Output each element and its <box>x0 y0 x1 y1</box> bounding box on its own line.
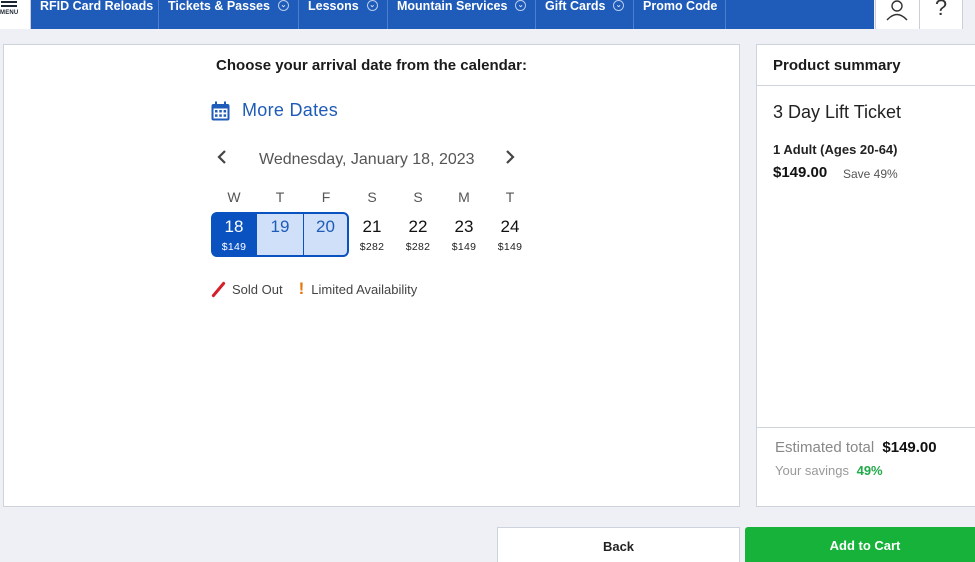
day-number: 23 <box>454 217 474 236</box>
help-icon: ? <box>934 0 948 20</box>
day-number: 18 <box>224 217 244 236</box>
calendar-icon <box>211 101 230 120</box>
day-number: 22 <box>408 217 428 236</box>
back-button[interactable]: Back <box>497 527 740 562</box>
nav-mountain-services[interactable]: Mountain Services ⌄ <box>388 0 536 29</box>
day-price: $149 <box>221 241 247 253</box>
menu-icon <box>1 1 17 9</box>
add-to-cart-button[interactable]: Add to Cart <box>745 527 975 562</box>
chevron-down-icon: ⌄ <box>366 0 378 11</box>
day-price: $149 <box>497 241 523 253</box>
nav-label: Mountain Services <box>397 0 508 13</box>
day-price: $149 <box>451 241 477 253</box>
weekday-label: F <box>321 189 331 205</box>
sold-out-icon <box>211 280 226 298</box>
calendar-heading: Choose your arrival date from the calend… <box>216 57 527 74</box>
product-quantity: 1 Adult (Ages 20-64) <box>773 142 898 157</box>
chevron-down-icon: ⌄ <box>515 0 526 11</box>
product-summary-panel: Product summary 3 Day Lift Ticket 1 Adul… <box>756 44 975 507</box>
day-number: 20 <box>316 217 335 236</box>
summary-totals: Estimated total $149.00 Your savings 49% <box>757 427 975 507</box>
more-dates-link[interactable]: More Dates <box>211 100 338 121</box>
calendar-day[interactable]: 23 $149 <box>441 212 487 257</box>
chevron-right-icon <box>506 150 515 164</box>
account-button[interactable] <box>875 0 919 29</box>
nav-promo-code[interactable]: Promo Code <box>634 0 726 29</box>
help-button[interactable]: ? <box>919 0 963 29</box>
nav-tickets-passes[interactable]: Tickets & Passes ⌄ <box>159 0 299 29</box>
nav-label: Lessons <box>308 0 359 13</box>
current-date-title: Wednesday, January 18, 2023 <box>259 151 475 168</box>
product-price: $149.00 <box>773 164 828 181</box>
weekday-label: S <box>367 189 377 205</box>
estimated-total-value: $149.00 <box>882 439 937 456</box>
weekday-label: M <box>458 189 470 205</box>
calendar-day[interactable]: 24 $149 <box>487 212 533 257</box>
main-nav-bar: RFID Card Reloads Tickets & Passes ⌄ Les… <box>31 0 874 29</box>
limited-availability-label: Limited Availability <box>311 281 418 297</box>
more-dates-label: More Dates <box>242 100 339 120</box>
day-number: 24 <box>500 217 520 236</box>
chevron-down-icon: ⌄ <box>613 0 624 11</box>
summary-title: Product summary <box>757 45 975 86</box>
weekday-label: T <box>505 189 515 205</box>
calendar-day[interactable]: 22 $282 <box>395 212 441 257</box>
calendar-day-in-range[interactable]: 20 <box>303 212 349 257</box>
chevron-left-icon <box>217 150 226 164</box>
calendar-day[interactable]: 21 $282 <box>349 212 395 257</box>
next-date-button[interactable] <box>504 148 516 169</box>
nav-gift-cards[interactable]: Gift Cards ⌄ <box>536 0 634 29</box>
savings-value: 49% <box>856 463 883 478</box>
weekday-label: W <box>227 189 241 205</box>
day-price: $282 <box>405 241 431 253</box>
day-number: 21 <box>362 217 382 236</box>
nav-label: Promo Code <box>643 0 718 13</box>
weekday-label: S <box>413 189 423 205</box>
nav-label: Tickets & Passes <box>168 0 270 13</box>
user-icon <box>886 0 908 21</box>
product-save-badge: Save 49% <box>843 167 898 181</box>
product-name: 3 Day Lift Ticket <box>773 102 902 122</box>
day-number: 19 <box>270 217 290 236</box>
chevron-down-icon: ⌄ <box>277 0 289 11</box>
calendar-panel: Choose your arrival date from the calend… <box>3 44 740 507</box>
sold-out-label: Sold Out <box>232 281 283 297</box>
your-savings: Your savings 49% <box>775 463 883 478</box>
availability-legend: Sold Out ! Limited Availability <box>209 279 417 299</box>
day-price: $282 <box>359 241 385 253</box>
menu-button[interactable]: MENU <box>0 0 31 29</box>
menu-label: MENU <box>0 10 19 16</box>
savings-label: Your savings <box>775 463 849 478</box>
nav-lessons[interactable]: Lessons ⌄ <box>299 0 388 29</box>
weekday-label: T <box>275 189 285 205</box>
calendar-day-in-range[interactable]: 19 <box>257 212 303 257</box>
previous-date-button[interactable] <box>216 148 228 169</box>
limited-availability-icon: ! <box>298 279 305 298</box>
calendar-day-selected[interactable]: 18 $149 <box>211 212 257 257</box>
estimated-total-label: Estimated total <box>775 439 875 456</box>
estimated-total: Estimated total $149.00 <box>775 439 937 456</box>
top-navigation: MENU RFID Card Reloads Tickets & Passes … <box>0 0 975 29</box>
nav-label: Gift Cards <box>545 0 606 13</box>
nav-label: RFID Card Reloads <box>40 0 154 13</box>
nav-rfid-card-reloads[interactable]: RFID Card Reloads <box>31 0 159 29</box>
